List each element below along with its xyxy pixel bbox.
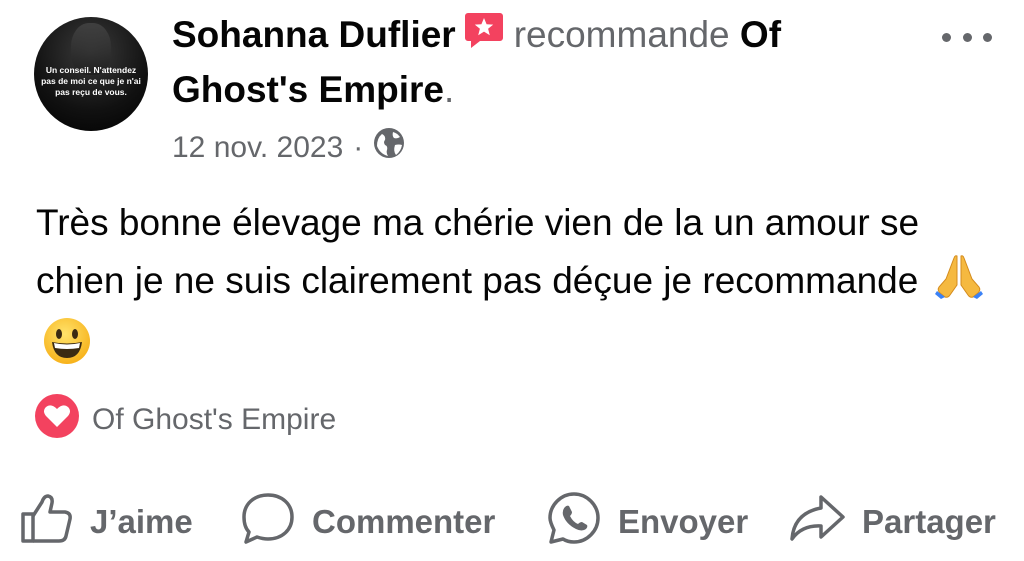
page-name-part2[interactable]: Ghost's Empire (172, 69, 444, 110)
recommendation-page-label: Of Ghost's Empire (92, 403, 337, 436)
praying-hands-emoji (934, 253, 983, 316)
page-name-part1[interactable]: Of (740, 14, 781, 55)
send-label: Envoyer (618, 503, 749, 540)
recommend-verb: recommande (513, 14, 730, 55)
globe-icon (373, 127, 405, 169)
author-avatar[interactable]: Un conseil. N'attendez pas de moi ce que… (34, 17, 148, 131)
share-label: Partager (862, 503, 996, 540)
more-dot-icon (962, 32, 972, 42)
heart-reaction-icon (34, 393, 80, 447)
more-dot-icon (942, 32, 951, 42)
comment-bubble-icon (240, 491, 312, 553)
send-button[interactable]: Envoyer (546, 488, 748, 556)
post-body: Très bonne élevage ma chérie vien de la … (36, 194, 1006, 383)
avatar-quote-text: Un conseil. N'attendez pas de moi ce que… (41, 64, 141, 97)
whatsapp-icon (546, 490, 618, 554)
share-arrow-icon (788, 493, 862, 551)
like-label: J’aime (90, 503, 193, 540)
more-dot-icon (983, 32, 992, 42)
recommend-badge-icon (464, 11, 504, 61)
like-button[interactable]: J’aime (20, 488, 193, 556)
grinning-face-emoji (42, 316, 92, 383)
post-header-line2: Ghost's Empire. (172, 66, 454, 114)
post-action-bar: J’aime Commenter Envoyer Partager (0, 488, 1024, 556)
post-meta: 12 nov. 2023 · (172, 127, 405, 169)
share-button[interactable]: Partager (788, 488, 996, 556)
post-text: Très bonne élevage ma chérie vien de la … (36, 202, 920, 301)
comment-button[interactable]: Commenter (240, 488, 495, 556)
post-date[interactable]: 12 nov. 2023 (172, 129, 343, 167)
thumbs-up-icon (20, 492, 90, 552)
post-header: Sohanna Duflier recommande Of (172, 11, 932, 61)
header-period: . (443, 69, 455, 110)
author-name[interactable]: Sohanna Duflier (172, 14, 456, 55)
more-options-button[interactable] (936, 22, 998, 52)
comment-label: Commenter (312, 503, 496, 540)
meta-separator: · (353, 131, 364, 164)
recommendation-row[interactable]: Of Ghost's Empire (34, 393, 336, 447)
